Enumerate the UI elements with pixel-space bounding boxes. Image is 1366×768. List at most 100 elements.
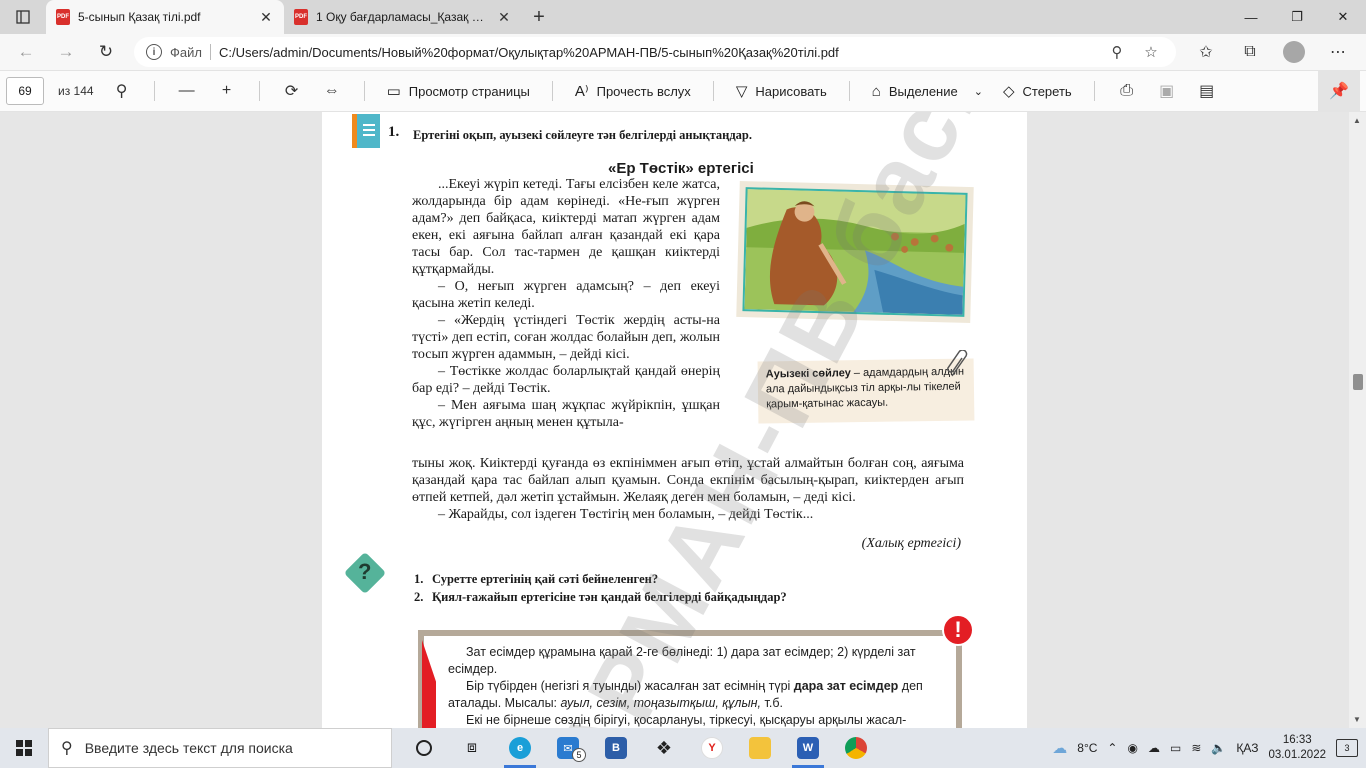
divider <box>258 81 260 101</box>
zoom-out-icon[interactable]: — <box>169 76 205 106</box>
pdf-toolbar: 69 из 144 ⚲ — + ⟳ ⇔ ▭ Просмотр страницы A… <box>0 70 1366 112</box>
close-tab-icon[interactable]: ✕ <box>258 9 274 26</box>
network-icon[interactable]: ▭ <box>1170 741 1181 755</box>
rotate-icon[interactable]: ⟳ <box>274 76 310 106</box>
mail-icon[interactable]: ✉ 5 <box>544 728 592 768</box>
word-icon[interactable]: W <box>784 728 832 768</box>
search-icon[interactable]: ⚲ <box>104 76 140 106</box>
scroll-up-icon[interactable]: ▲ <box>1353 116 1361 125</box>
story-paragraph: тыны жоқ. Киіктерді қуғанда өз екпінімме… <box>412 456 964 505</box>
new-tab-button[interactable]: + <box>522 0 556 34</box>
system-tray: ☁ 8°C ⌃ ◉ ☁ ▭ ≋ 🔈 ҚАЗ 16:33 03.01.2022 3 <box>1052 728 1366 768</box>
illustration-image <box>744 189 966 315</box>
tab-strip: PDF 5-сынып Қазақ тілі.pdf ✕ PDF 1 Оқу б… <box>0 0 1366 34</box>
clock[interactable]: 16:33 03.01.2022 <box>1268 733 1326 763</box>
rule-box: Зат есімдер құрамына қарай 2-ге бөлінеді… <box>418 630 962 728</box>
minimize-icon[interactable]: — <box>1228 0 1274 34</box>
highlight-label: Выделение <box>888 83 958 99</box>
highlighter-icon: ⌂ <box>871 82 881 100</box>
url-field[interactable]: i Файл C:/Users/admin/Documents/Новый%20… <box>134 37 1176 67</box>
wifi-icon[interactable]: ≋ <box>1191 741 1201 755</box>
eraser-icon: ◇ <box>1002 83 1015 100</box>
chevron-up-icon[interactable]: ⌃ <box>1107 741 1117 755</box>
rule-text: т.б. <box>761 696 783 710</box>
zoom-icon[interactable]: ⚲ <box>1104 43 1130 61</box>
pin-toolbar-icon[interactable]: 📌 <box>1318 70 1360 112</box>
story-paragraph: – О, неғып жүрген адамсың? – деп екеуі қ… <box>412 279 720 311</box>
read-aloud-label: Прочесть вслух <box>596 83 691 99</box>
temperature[interactable]: 8°C <box>1077 741 1097 755</box>
questions-list: 1. Суретте ертегінің қай сәті бейнеленген… <box>414 570 787 606</box>
favorites-icon[interactable]: ✩ <box>1186 37 1226 67</box>
story-illustration <box>736 180 974 324</box>
tab-title: 5-сынып Қазақ тілі.pdf <box>78 10 201 24</box>
tab-actions-button[interactable] <box>0 0 46 34</box>
page-number-input[interactable]: 69 <box>6 77 44 105</box>
address-bar: ← → ↻ i Файл C:/Users/admin/Documents/Но… <box>0 34 1366 70</box>
start-button[interactable] <box>0 728 48 768</box>
taskbar-search[interactable]: ⚲ Введите здесь текст для поиска <box>48 728 392 768</box>
chrome-icon[interactable] <box>832 728 880 768</box>
pdf-viewer[interactable]: 1. Ертегіні оқып, ауызекі сөйлеуге тән б… <box>0 112 1366 728</box>
profile-button[interactable] <box>1274 37 1314 67</box>
task-view-icon[interactable]: ⧈ <box>448 728 496 768</box>
save-icon[interactable]: ▣ <box>1149 76 1185 106</box>
cortana-icon[interactable] <box>400 728 448 768</box>
scrollbar-thumb[interactable] <box>1353 374 1363 390</box>
story-paragraph: – «Жердің үстіндегі Төстік жердің асты-н… <box>412 313 720 362</box>
refresh-button[interactable]: ↻ <box>88 37 124 67</box>
tab-pdf-kazakh[interactable]: PDF 5-сынып Қазақ тілі.pdf ✕ <box>46 0 284 34</box>
mail-badge: 5 <box>572 748 586 762</box>
close-tab-icon[interactable]: ✕ <box>496 9 512 26</box>
pen-icon: ▽ <box>735 83 748 100</box>
maximize-icon[interactable]: ❐ <box>1274 0 1320 34</box>
search-placeholder: Введите здесь текст для поиска <box>84 740 293 756</box>
erase-label: Стереть <box>1022 83 1072 99</box>
page-view-button[interactable]: ▭ Просмотр страницы <box>379 76 538 106</box>
weather-icon[interactable]: ☁ <box>1052 739 1067 757</box>
volume-icon[interactable]: 🔈 <box>1211 741 1226 755</box>
erase-button[interactable]: ◇ Стереть <box>995 76 1080 106</box>
story-paragraph: – Мен аяғыма шаң жұқпас жүйрікпін, ұшқан… <box>412 398 720 430</box>
draw-button[interactable]: ▽ Нарисовать <box>728 76 835 106</box>
notifications-icon[interactable]: 3 <box>1336 739 1358 757</box>
vertical-scrollbar[interactable]: ▲ ▼ <box>1349 112 1366 728</box>
page-view-icon: ▭ <box>386 83 401 100</box>
webcam-icon[interactable]: ◉ <box>1127 741 1137 755</box>
question-text: Қиял-ғажайып ертегісіне тән қандай белгі… <box>432 590 787 604</box>
language-indicator[interactable]: ҚАЗ <box>1236 741 1258 755</box>
collections-icon[interactable]: ⧉ <box>1230 37 1270 67</box>
scroll-down-icon[interactable]: ▼ <box>1353 715 1361 724</box>
taskbar: ⚲ Введите здесь текст для поиска ⧈ e ✉ 5 … <box>0 728 1366 768</box>
definition-box: Ауызекі сөйлеу – адамдардың алдын ала да… <box>757 358 975 424</box>
definition-term: Ауызекі сөйлеу <box>765 367 851 381</box>
forward-button[interactable]: → <box>48 37 84 67</box>
rule-content: Зат есімдер құрамына қарай 2-ге бөлінеді… <box>448 644 940 728</box>
task-number: 1. <box>388 124 400 140</box>
info-icon[interactable]: i <box>146 44 162 60</box>
url-text[interactable]: C:/Users/admin/Documents/Новый%20формат/… <box>219 45 1096 60</box>
read-aloud-button[interactable]: A⁾ Прочесть вслух <box>567 76 699 106</box>
more-menu-icon[interactable]: ⋯ <box>1318 37 1358 67</box>
add-favorite-icon[interactable]: ☆ <box>1138 43 1164 61</box>
chevron-down-icon[interactable]: ⌄ <box>974 85 983 98</box>
avatar <box>1283 41 1305 63</box>
story-title: «Ер Төстік» ертегісі <box>608 160 754 177</box>
list-item: 1. Суретте ертегінің қай сәті бейнеленген… <box>414 570 787 588</box>
tab-curriculum[interactable]: PDF 1 Оқу бағдарламасы_Қазақ тілі ✕ <box>284 0 522 34</box>
back-button[interactable]: ← <box>8 37 44 67</box>
yandex-icon[interactable]: Y <box>688 728 736 768</box>
zoom-in-icon[interactable]: + <box>209 76 245 106</box>
edge-icon[interactable]: e <box>496 728 544 768</box>
bitrix-icon[interactable]: B <box>592 728 640 768</box>
fit-page-icon[interactable]: ⇔ <box>314 76 350 106</box>
dropbox-icon[interactable]: ❖ <box>640 728 688 768</box>
print-icon[interactable]: ⎙ <box>1109 76 1145 106</box>
highlight-button[interactable]: ⌂ Выделение ⌄ <box>864 76 991 106</box>
onedrive-icon[interactable]: ☁ <box>1148 741 1160 755</box>
divider <box>209 44 211 60</box>
close-window-icon[interactable]: ✕ <box>1320 0 1366 34</box>
save-as-icon[interactable]: ▤ <box>1189 76 1225 106</box>
file-explorer-icon[interactable] <box>736 728 784 768</box>
divider <box>1093 81 1095 101</box>
